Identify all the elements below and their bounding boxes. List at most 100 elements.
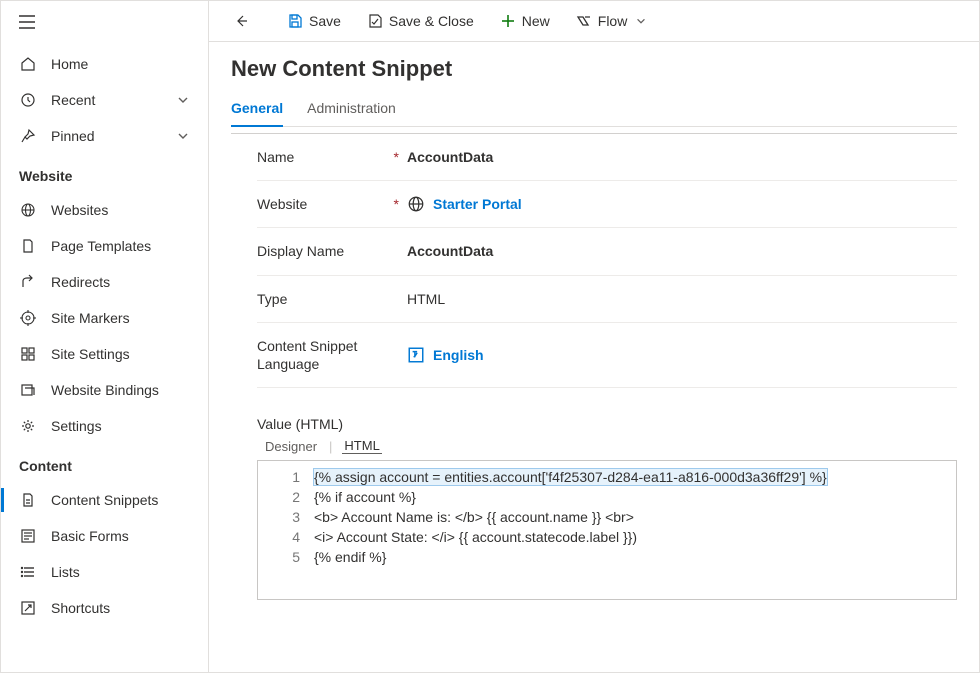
nav-label: Content Snippets [51,492,190,508]
save-button[interactable]: Save [277,7,351,35]
globe-icon [407,195,425,213]
nav-shortcuts[interactable]: Shortcuts [1,590,208,626]
redirect-icon [19,273,37,291]
nav-label: Site Markers [51,310,190,326]
field-type[interactable]: Type HTML [257,276,957,323]
field-display-name[interactable]: Display Name AccountData [257,228,957,275]
nav-page-templates[interactable]: Page Templates [1,228,208,264]
pin-icon [19,127,37,145]
field-value[interactable]: English [433,347,484,363]
field-label: Name [257,148,407,166]
snippet-icon [19,491,37,509]
nav-settings[interactable]: Settings [1,408,208,444]
nav-label: Websites [51,202,190,218]
nav-label: Basic Forms [51,528,190,544]
nav-website-bindings[interactable]: Website Bindings [1,372,208,408]
language-icon [407,346,425,364]
bindings-icon [19,381,37,399]
value-label: Value (HTML) [257,416,957,432]
command-bar: Save Save & Close New Flow [209,1,979,42]
nav-pinned[interactable]: Pinned [1,118,208,154]
nav-label: Recent [51,92,162,108]
editor-tabs: Designer | HTML [257,436,957,460]
flow-icon [576,13,592,29]
field-name[interactable]: Name AccountData [257,134,957,181]
grid-settings-icon [19,345,37,363]
field-website[interactable]: Website Starter Portal [257,181,957,228]
code-line-3: <b> Account Name is: </b> {{ account.nam… [314,507,952,527]
nav-redirects[interactable]: Redirects [1,264,208,300]
nav-label: Site Settings [51,346,190,362]
nav-label: Settings [51,418,190,434]
field-label: Content Snippet Language [257,337,407,373]
tab-general[interactable]: General [231,92,283,126]
nav-section-content: Content [1,444,208,482]
nav-websites[interactable]: Websites [1,192,208,228]
field-value: AccountData [407,149,957,165]
nav-recent[interactable]: Recent [1,82,208,118]
form-area: Name AccountData Website Starter Portal … [231,133,957,620]
save-close-button[interactable]: Save & Close [357,7,484,35]
nav-site-settings[interactable]: Site Settings [1,336,208,372]
nav-label: Redirects [51,274,190,290]
nav-label: Lists [51,564,190,580]
nav-content-snippets[interactable]: Content Snippets [1,482,208,518]
nav-label: Home [51,56,190,72]
home-icon [19,55,37,73]
nav-section-website: Website [1,154,208,192]
cmd-label: Flow [598,13,628,29]
nav-label: Shortcuts [51,600,190,616]
separator: | [329,439,332,454]
new-button[interactable]: New [490,7,560,35]
nav-label: Page Templates [51,238,190,254]
nav-label: Pinned [51,128,162,144]
field-label: Type [257,290,407,308]
tab-administration[interactable]: Administration [307,92,396,126]
code-line-1: {% assign account = entities.account['f4… [314,469,827,485]
code-editor[interactable]: 12345 {% assign account = entities.accou… [257,460,957,600]
chevron-down-icon [176,129,190,143]
line-gutter: 12345 [258,461,310,599]
code-body[interactable]: {% assign account = entities.account['f4… [310,461,956,599]
field-value: HTML [407,291,957,307]
nav-home[interactable]: Home [1,46,208,82]
nav-site-markers[interactable]: Site Markers [1,300,208,336]
code-line-2: {% if account %} [314,487,952,507]
clock-icon [19,91,37,109]
field-language[interactable]: Content Snippet Language English [257,323,957,388]
field-value: AccountData [407,243,957,259]
main: Save Save & Close New Flow New Content S… [209,1,979,672]
editor-tab-html[interactable]: HTML [342,438,381,454]
form-tabs: General Administration [231,92,957,127]
value-section: Value (HTML) Designer | HTML 12345 {% as… [257,416,957,600]
page-body: New Content Snippet General Administrati… [209,42,979,672]
nav-basic-forms[interactable]: Basic Forms [1,518,208,554]
back-button[interactable] [223,7,259,35]
nav-label: Website Bindings [51,382,190,398]
cmd-label: Save & Close [389,13,474,29]
flow-button[interactable]: Flow [566,7,658,35]
save-icon [287,13,303,29]
hamburger-menu[interactable] [1,1,208,46]
chevron-down-icon [176,93,190,107]
field-label: Display Name [257,242,407,260]
editor-tab-designer[interactable]: Designer [263,439,319,454]
plus-icon [500,13,516,29]
sidebar: Home Recent Pinned Website Websites Page… [1,1,209,672]
gear-icon [19,417,37,435]
list-icon [19,563,37,581]
cmd-label: Save [309,13,341,29]
code-line-4: <i> Account State: </i> {{ account.state… [314,527,952,547]
marker-icon [19,309,37,327]
globe-icon [19,201,37,219]
chevron-down-icon [635,15,647,27]
nav-lists[interactable]: Lists [1,554,208,590]
save-close-icon [367,13,383,29]
shortcut-icon [19,599,37,617]
code-line-5: {% endif %} [314,547,952,567]
field-value[interactable]: Starter Portal [433,196,522,212]
page-title: New Content Snippet [231,56,957,82]
back-arrow-icon [233,13,249,29]
field-label: Website [257,195,407,213]
form-icon [19,527,37,545]
